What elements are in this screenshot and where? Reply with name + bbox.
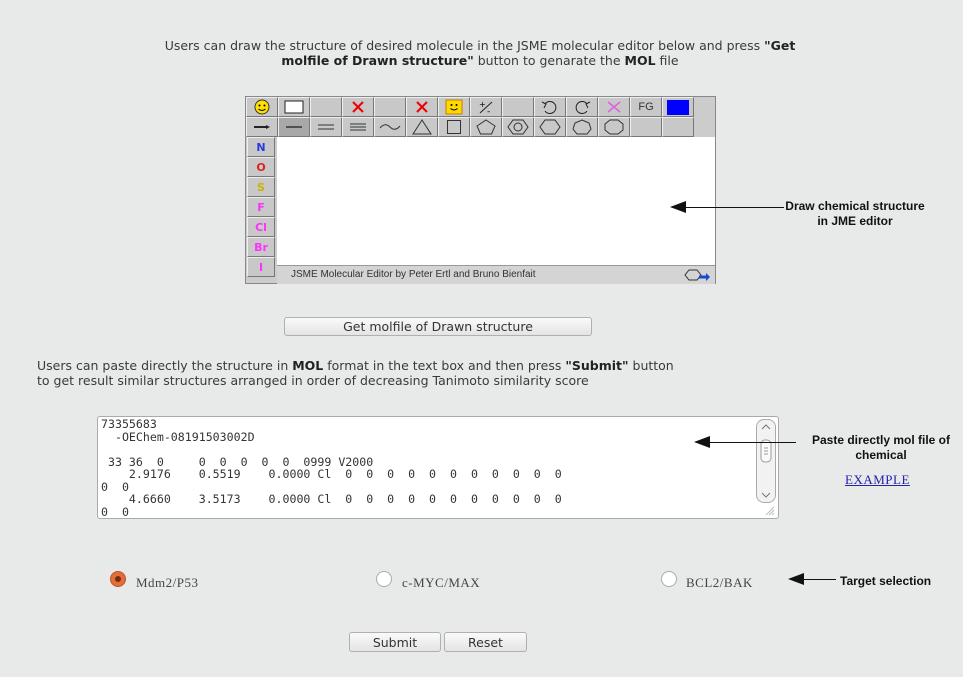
instructions-part: format in the text box and then press [323, 358, 566, 373]
chain-icon[interactable] [246, 117, 278, 137]
annotation-line: chemical [855, 448, 907, 462]
draw-annotation: Draw chemical structure in JME editor [760, 199, 950, 229]
jsme-drawing-canvas[interactable] [277, 137, 715, 265]
element-button[interactable]: Cl [247, 217, 275, 237]
intro-text: Users can draw the structure of desired … [40, 38, 920, 68]
jsme-editor[interactable]: + - FG N O S F Cl Br I JSME Molecular Edi… [245, 96, 716, 284]
intro-text-part: button to genarate the [473, 53, 625, 68]
intro-bold: "Get [764, 38, 796, 53]
instructions-part: button [628, 358, 674, 373]
element-symbol: I [258, 260, 264, 274]
target-label: Mdm2/P53 [136, 575, 199, 590]
blank-tool[interactable] [374, 97, 406, 117]
element-button[interactable]: S [247, 177, 275, 197]
element-button[interactable]: N [247, 137, 275, 157]
target-arrow-line [802, 579, 836, 580]
triangle-ring-icon[interactable] [406, 117, 438, 137]
intro-text-part: file [655, 53, 679, 68]
wavy-bond-icon[interactable] [374, 117, 406, 137]
element-symbol: S [257, 180, 265, 194]
blank-tool[interactable] [310, 97, 342, 117]
element-symbol: N [256, 140, 266, 154]
rectangle-icon[interactable] [278, 97, 310, 117]
molfile-textarea[interactable]: 73355683 -OEChem-08191503002D 33 36 0 0 … [97, 416, 779, 519]
charge-icon[interactable]: + - [470, 97, 502, 117]
instructions-bold: MOL [292, 358, 324, 373]
blank-tool[interactable] [662, 117, 694, 137]
element-button[interactable]: F [247, 197, 275, 217]
heptagon-ring-icon[interactable] [566, 117, 598, 137]
textarea-scrollbar[interactable] [756, 419, 776, 503]
jsme-toolbar-bonds [246, 117, 694, 137]
resize-grip-icon[interactable] [765, 506, 775, 516]
blank-tool[interactable] [630, 117, 662, 137]
blue-swatch [667, 99, 689, 115]
molfile-content: 73355683 -OEChem-08191503002D 33 36 0 0 … [101, 417, 562, 519]
smiley-icon[interactable] [438, 97, 470, 117]
instructions-part: to get result similar structures arrange… [37, 373, 589, 388]
triple-bond-icon[interactable] [342, 117, 374, 137]
paste-annotation: Paste directly mol file of chemical [796, 433, 963, 463]
target-option-cmyc[interactable]: c-MYC/MAX [376, 567, 480, 591]
hexagon-ring-icon[interactable] [534, 117, 566, 137]
square-ring-icon[interactable] [438, 117, 470, 137]
jsme-element-palette: N O S F Cl Br I [246, 137, 276, 277]
element-button[interactable]: O [247, 157, 275, 177]
paste-instructions: Users can paste directly the structure i… [37, 358, 917, 388]
annotation-line: Paste directly mol file of [811, 433, 951, 447]
element-symbol: F [257, 200, 265, 214]
radio-unselected[interactable] [376, 571, 392, 587]
pentagon-ring-icon[interactable] [470, 117, 502, 137]
element-button[interactable]: Br [247, 237, 275, 257]
submit-button[interactable]: Submit [349, 632, 441, 652]
delete-x-icon[interactable] [342, 97, 374, 117]
element-symbol: Cl [255, 220, 267, 234]
target-label: c-MYC/MAX [402, 575, 481, 590]
clear-icon[interactable] [598, 97, 630, 117]
target-label: BCL2/BAK [686, 575, 753, 590]
octagon-ring-icon[interactable] [598, 117, 630, 137]
blank-tool[interactable] [502, 97, 534, 117]
color-blue-icon[interactable] [662, 97, 694, 117]
annotation-line: in JME editor [817, 214, 893, 228]
jsme-toolbar-top: + - FG [246, 97, 694, 117]
get-molfile-button[interactable]: Get molfile of Drawn structure [284, 317, 592, 336]
radio-selected[interactable] [110, 571, 126, 587]
jsme-credits: JSME Molecular Editor by Peter Ertl and … [291, 269, 536, 280]
instructions-part: Users can paste directly the structure i… [37, 358, 293, 373]
element-button[interactable]: I [247, 257, 275, 277]
redo-icon[interactable] [566, 97, 598, 117]
example-link[interactable]: EXAMPLE [845, 472, 910, 488]
single-bond-icon[interactable] [278, 117, 310, 137]
svg-text:-: - [487, 107, 490, 115]
target-option-mdm2[interactable]: Mdm2/P53 [110, 567, 199, 591]
benzene-ring-icon[interactable] [502, 117, 534, 137]
radio-unselected[interactable] [661, 571, 677, 587]
reset-button[interactable]: Reset [444, 632, 527, 652]
jsme-logo-icon[interactable] [683, 268, 711, 289]
element-symbol: O [256, 160, 266, 174]
double-bond-icon[interactable] [310, 117, 342, 137]
intro-text-part: Users can draw the structure of desired … [164, 38, 765, 53]
delete-x-icon[interactable] [406, 97, 438, 117]
jsme-status-bar: JSME Molecular Editor by Peter Ertl and … [277, 265, 715, 284]
intro-bold: MOL [624, 53, 656, 68]
intro-bold: molfile of Drawn structure" [281, 53, 474, 68]
undo-icon[interactable] [534, 97, 566, 117]
target-annotation: Target selection [840, 574, 932, 588]
instructions-bold: "Submit" [565, 358, 629, 373]
target-option-bcl2[interactable]: BCL2/BAK [661, 567, 753, 591]
svg-text:+: + [479, 100, 486, 109]
fg-button[interactable]: FG [630, 97, 662, 117]
paste-arrow-line [708, 442, 796, 443]
element-symbol: Br [254, 240, 268, 254]
scrollbar-graphic [760, 424, 772, 498]
smiley-icon[interactable] [246, 97, 278, 117]
annotation-line: Draw chemical structure [785, 199, 925, 213]
